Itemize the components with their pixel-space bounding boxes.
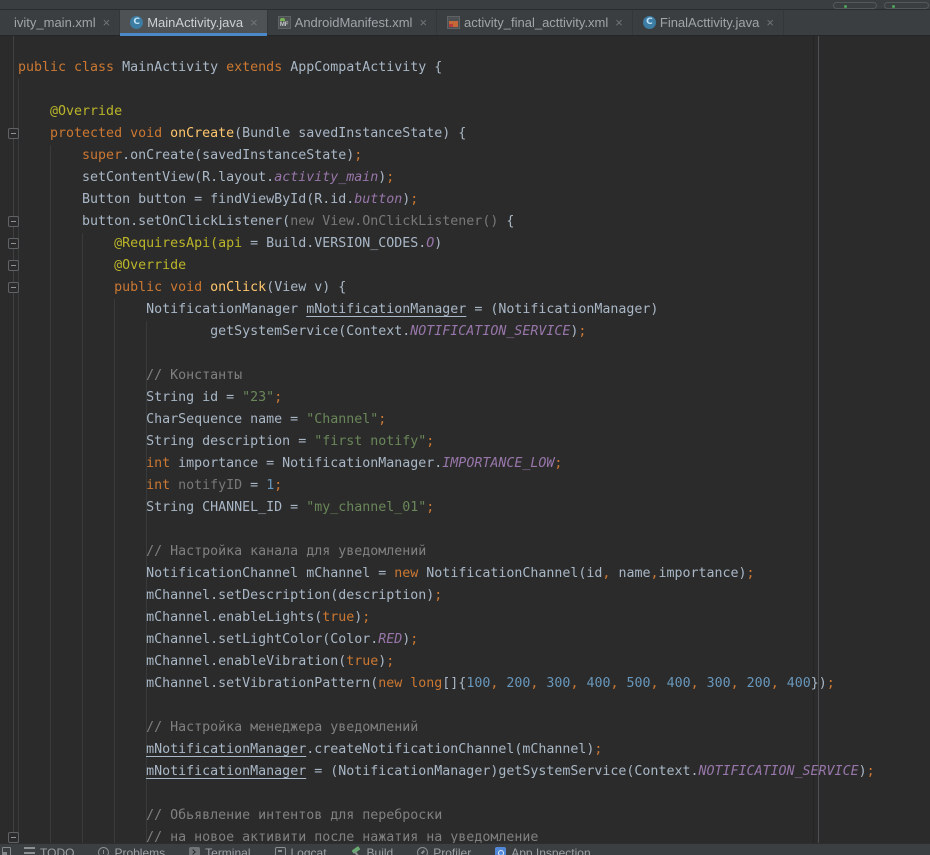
toolwindow-corner-icon[interactable] [2,847,11,855]
code-line[interactable]: button.setOnClickListener(new View.OnCli… [18,211,930,233]
code-line[interactable]: // Константы [18,365,930,387]
device-controls-group[interactable] [884,2,929,9]
toolwindow-button-app-inspection[interactable]: App Inspection [495,846,590,855]
toolwindow-bar: TODO Problems Terminal Logcat Build Profiler A… [0,843,930,855]
code-line[interactable]: mChannel.enableVibration(true); [18,651,930,673]
toolwindow-button-build[interactable]: Build [351,846,394,855]
code-line[interactable]: String description = "first notify"; [18,431,930,453]
code-line[interactable]: public class MainActivity extends AppCom… [18,57,930,79]
close-icon[interactable]: × [250,16,258,29]
fold-marker[interactable] [8,282,19,293]
code-line[interactable]: NotificationChannel mChannel = new Notif… [18,563,930,585]
code-line[interactable]: super.onCreate(savedInstanceState); [18,145,930,167]
code-line[interactable] [18,79,930,101]
code-line[interactable]: CharSequence name = "Channel"; [18,409,930,431]
toolwindow-button-logcat[interactable]: Logcat [275,846,327,855]
code-line[interactable]: NotificationManager mNotificationManager… [18,299,930,321]
code-line[interactable]: protected void onCreate(Bundle savedInst… [18,123,930,145]
tab-label: ivity_main.xml [14,15,96,30]
toolwindow-label: Problems [114,846,165,855]
fold-marker[interactable] [8,128,19,139]
todo-icon [24,847,35,855]
toolwindow-button-terminal[interactable]: Terminal [189,846,250,855]
java-class-icon: C [130,16,143,29]
manifest-icon: MF [278,16,291,29]
toolwindow-label: Terminal [205,846,250,855]
code-line[interactable]: mChannel.setLightColor(Color.RED); [18,629,930,651]
code-line[interactable]: Button button = findViewById(R.id.button… [18,189,930,211]
java-class-icon: C [643,16,656,29]
device-status-dot [892,5,895,8]
tab-activity-final-acttivity-xml[interactable]: activity_final_acttivity.xml × [437,10,633,35]
code-line[interactable]: // Настройка менеджера уведомлений [18,717,930,739]
run-controls-group[interactable] [833,2,877,9]
toolwindow-buttons: TODO Problems Terminal Logcat Build Profiler A… [24,846,591,855]
terminal-icon [189,847,200,855]
code-line[interactable]: mNotificationManager.createNotificationC… [18,739,930,761]
code-line[interactable]: @RequiresApi(api = Build.VERSION_CODES.O… [18,233,930,255]
tab-label: MainActivity.java [147,15,243,30]
tab-activity-main-xml[interactable]: ivity_main.xml × [0,10,120,35]
tab-finalacttivity-java[interactable]: C FinalActtivity.java × [633,10,784,35]
code-line[interactable]: String CHANNEL_ID = "my_channel_01"; [18,497,930,519]
code-line[interactable]: public void onClick(View v) { [18,277,930,299]
code-line[interactable] [18,695,930,717]
code-line[interactable] [18,519,930,541]
problems-icon [98,847,109,855]
code-line[interactable]: // Обьявление интентов для переброски [18,805,930,827]
code-line[interactable]: @Override [18,255,930,277]
build-icon [351,847,362,855]
code-line[interactable]: getSystemService(Context.NOTIFICATION_SE… [18,321,930,343]
code-line[interactable]: mChannel.enableLights(true); [18,607,930,629]
code-line[interactable] [18,783,930,805]
app-inspection-icon [495,847,506,855]
code-area[interactable]: public class MainActivity extends AppCom… [0,36,930,843]
profiler-icon [417,847,428,855]
code-line[interactable]: // Настройка канала для уведомлений [18,541,930,563]
code-line[interactable]: mChannel.setDescription(description); [18,585,930,607]
code-line[interactable]: @Override [18,101,930,123]
xml-layout-icon [447,16,460,29]
fold-marker[interactable] [8,216,19,227]
logcat-icon [275,847,286,855]
tab-label: activity_final_acttivity.xml [464,15,608,30]
tab-label: AndroidManifest.xml [295,15,413,30]
toolwindow-label: Logcat [291,846,327,855]
close-icon[interactable]: × [419,16,427,29]
fold-marker[interactable] [8,260,19,271]
close-icon[interactable]: × [766,16,774,29]
close-icon[interactable]: × [615,16,623,29]
tab-mainactivity-java[interactable]: C MainActivity.java × [120,10,267,35]
toolwindow-label: App Inspection [511,846,590,855]
code-line[interactable]: int notifyID = 1; [18,475,930,497]
tab-androidmanifest-xml[interactable]: MF AndroidManifest.xml × [268,10,437,35]
main-toolbar-strip [0,0,930,10]
toolwindow-button-todo[interactable]: TODO [24,846,74,855]
toolwindow-button-profiler[interactable]: Profiler [417,846,471,855]
code-line[interactable]: setContentView(R.layout.activity_main); [18,167,930,189]
tab-bar: ivity_main.xml × C MainActivity.java × MF Andr… [0,10,930,36]
code-line[interactable] [18,343,930,365]
close-icon[interactable]: × [103,16,111,29]
toolwindow-label: TODO [40,846,74,855]
editor[interactable]: public class MainActivity extends AppCom… [0,36,930,843]
toolwindow-label: Profiler [433,846,471,855]
toolwindow-button-problems[interactable]: Problems [98,846,165,855]
run-status-dot [844,5,847,8]
fold-marker[interactable] [8,832,19,843]
toolwindow-label: Build [367,846,394,855]
tab-label: FinalActtivity.java [660,15,759,30]
code-line[interactable]: // на новое активити после нажатия на ув… [18,827,930,843]
code-line[interactable]: mNotificationManager = (NotificationMana… [18,761,930,783]
fold-marker[interactable] [8,238,19,249]
code-line[interactable]: mChannel.setVibrationPattern(new long[]{… [18,673,930,695]
code-line[interactable]: String id = "23"; [18,387,930,409]
code-line[interactable]: int importance = NotificationManager.IMP… [18,453,930,475]
